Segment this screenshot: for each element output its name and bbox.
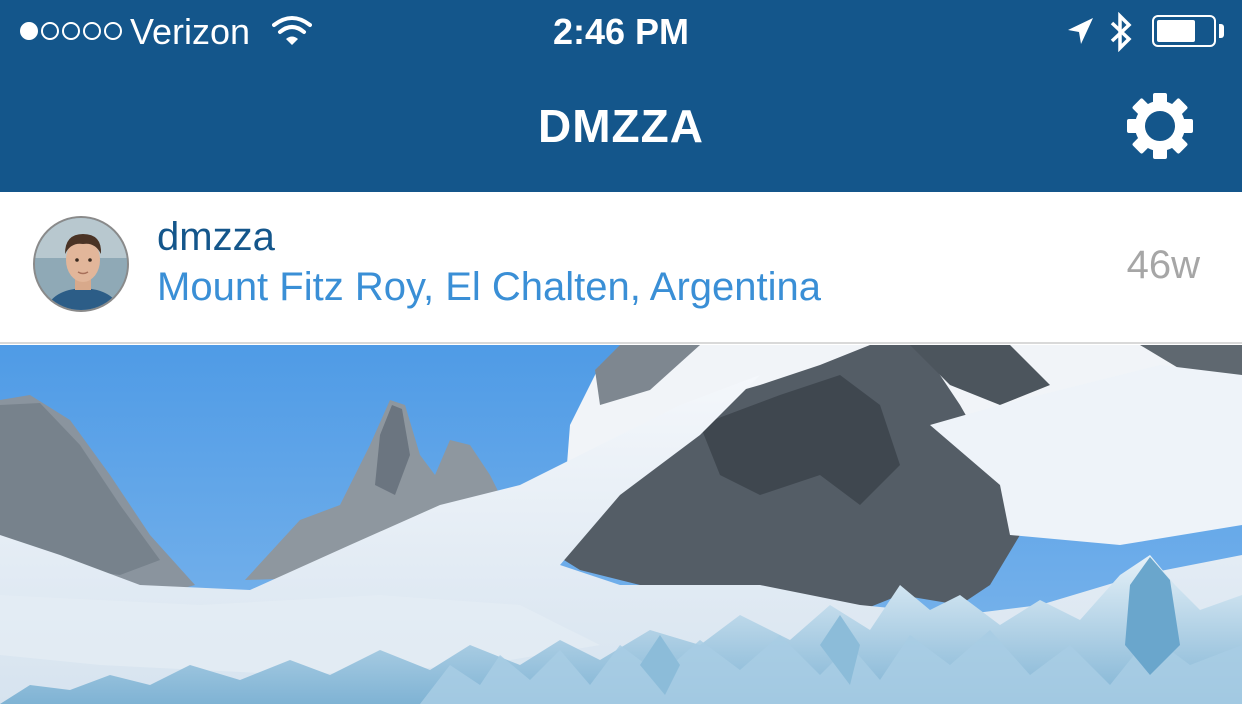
mountain-image xyxy=(0,345,1242,704)
avatar-photo xyxy=(35,218,127,310)
gear-icon[interactable] xyxy=(1126,92,1194,160)
app-screen: Verizon 2:46 PM DMZZA dmzza Mount Fitz R… xyxy=(0,0,1242,704)
bluetooth-icon xyxy=(1110,12,1132,52)
status-time: 2:46 PM xyxy=(552,11,690,52)
battery-nub xyxy=(1219,24,1224,38)
post-header: dmzza Mount Fitz Roy, El Chalten, Argent… xyxy=(0,192,1242,344)
post-timestamp: 46w xyxy=(1126,243,1200,287)
post-location[interactable]: Mount Fitz Roy, El Chalten, Argentina xyxy=(157,264,821,310)
location-arrow-icon xyxy=(1068,18,1093,44)
page-title: DMZZA xyxy=(538,100,704,152)
avatar[interactable] xyxy=(33,216,129,312)
battery-level xyxy=(1157,20,1195,42)
post-username[interactable]: dmzza xyxy=(157,214,275,260)
battery-icon xyxy=(1152,15,1216,47)
post-photo[interactable] xyxy=(0,345,1242,704)
status-bar: Verizon 2:46 PM xyxy=(0,0,1242,64)
app-header: Verizon 2:46 PM DMZZA xyxy=(0,0,1242,192)
